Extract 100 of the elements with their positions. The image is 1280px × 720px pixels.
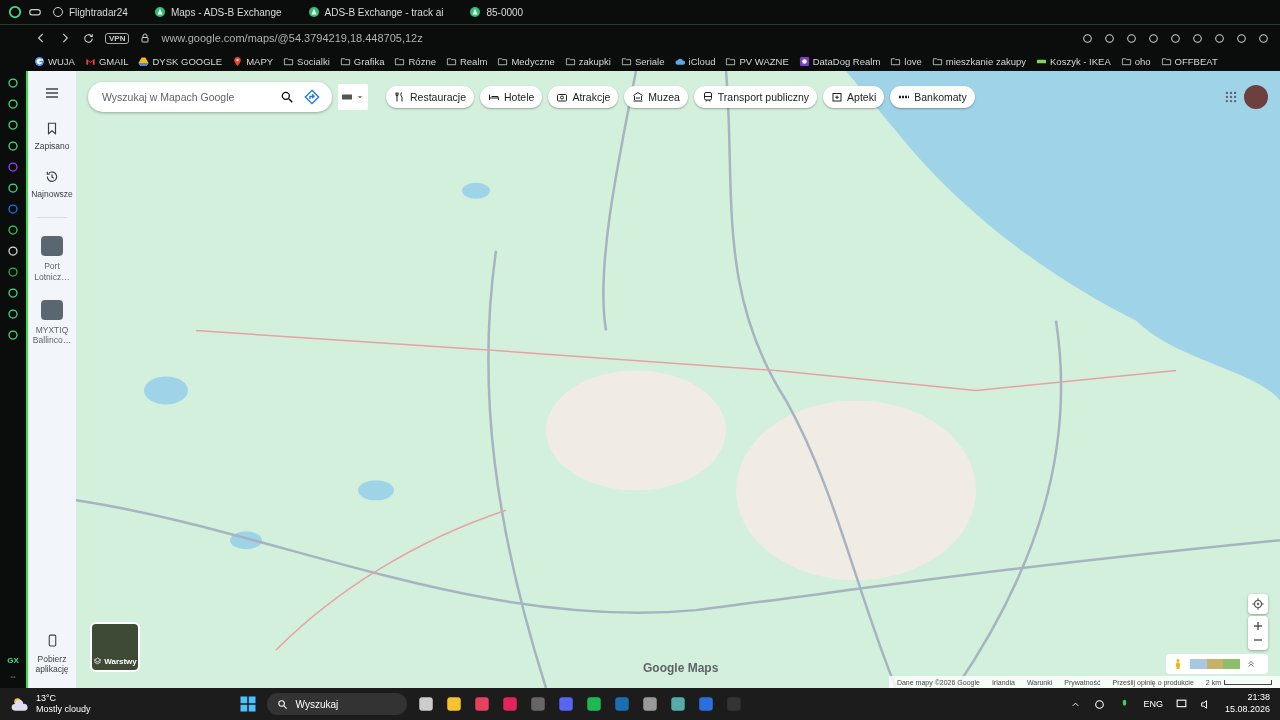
folder-icon xyxy=(445,55,457,67)
twitch-icon[interactable] xyxy=(7,161,19,173)
folder-icon xyxy=(890,55,902,67)
bookmark[interactable]: MAPY xyxy=(232,55,274,67)
folder-icon xyxy=(339,55,351,67)
language-indicator[interactable]: ENG xyxy=(1143,699,1163,709)
file-icon[interactable] xyxy=(416,695,435,713)
plane-icon xyxy=(153,6,166,18)
bookmark[interactable]: iCloud xyxy=(674,55,716,67)
bookmark[interactable]: Realm xyxy=(445,55,488,67)
lock-icon xyxy=(139,32,152,44)
category-chip[interactable]: Muzea xyxy=(624,86,688,108)
bookmark[interactable]: zakupki xyxy=(564,55,611,67)
folder-icon xyxy=(283,55,295,67)
folder-icon xyxy=(620,55,632,67)
layers-button[interactable]: Warstwy xyxy=(90,622,140,672)
opera-gx-icon[interactable] xyxy=(500,695,519,713)
search-icon xyxy=(276,698,288,710)
browser-tab[interactable]: Flightradar24 xyxy=(48,1,132,23)
gx-label[interactable]: GX xyxy=(7,656,19,665)
category-chip[interactable]: Restauracje xyxy=(386,86,475,108)
folder-icon xyxy=(1120,55,1132,67)
camera-icon xyxy=(556,91,569,103)
bookmark[interactable]: oho xyxy=(1120,55,1151,67)
bookmark[interactable]: love xyxy=(890,55,922,67)
folder-icon xyxy=(931,55,943,67)
search-field[interactable]: Wyszukaj w Mapach Google xyxy=(100,90,270,104)
google-maps-logo: Google Maps xyxy=(643,661,719,675)
rail-item[interactable]: Zapisano xyxy=(29,121,75,152)
cutlery-icon xyxy=(394,91,406,103)
pharmacy-icon xyxy=(831,91,844,103)
windows-start-icon[interactable] xyxy=(238,695,257,713)
discord-icon[interactable] xyxy=(556,695,575,713)
search-icon[interactable] xyxy=(280,90,294,104)
browser-tab[interactable]: 85-0000 xyxy=(465,1,528,23)
spotify-icon[interactable] xyxy=(7,266,19,278)
layers-icon xyxy=(93,657,103,666)
bookmark[interactable]: mieszkanie zakupy xyxy=(931,55,1026,67)
bookmark[interactable]: WUJA xyxy=(34,55,75,67)
dog-logo-icon xyxy=(798,55,810,67)
photo-placeholder xyxy=(41,299,63,320)
bookmark[interactable]: Grafika xyxy=(339,55,385,67)
photo-placeholder xyxy=(41,236,63,257)
recent-place[interactable]: Port Lotnicz… xyxy=(29,236,75,282)
category-chip[interactable]: Hotele xyxy=(480,86,543,108)
train-icon xyxy=(701,91,714,103)
bookmark[interactable]: Medyczne xyxy=(497,55,555,67)
folder-icon xyxy=(497,55,509,67)
imagery-thumbnails[interactable] xyxy=(1190,659,1240,669)
keyboard-selector[interactable] xyxy=(338,84,368,110)
bookmark[interactable]: Socialki xyxy=(283,55,330,67)
category-chip[interactable]: Transport publiczny xyxy=(693,86,818,108)
bookmark[interactable]: Seriale xyxy=(620,55,665,67)
app-icon[interactable] xyxy=(472,695,491,713)
browser-tab[interactable]: Maps - ADS-B Exchange xyxy=(149,1,286,23)
google-icon xyxy=(34,55,45,67)
bookmark[interactable]: DataDog Realm xyxy=(798,55,881,67)
roblox-icon[interactable] xyxy=(696,695,715,713)
plane-icon xyxy=(307,6,320,18)
browser-tab[interactable]: ADS-B Exchange - track ai xyxy=(303,1,448,23)
vpn-badge[interactable]: VPN xyxy=(105,32,130,44)
folder-icon[interactable] xyxy=(444,695,463,713)
folder-icon xyxy=(1160,55,1172,67)
taskbar-search[interactable]: Wyszukaj xyxy=(266,693,407,715)
get-app-button[interactable]: Pobierz aplikację xyxy=(29,631,75,674)
category-chip[interactable]: Atrakcje xyxy=(548,86,619,108)
bookmark[interactable]: GMAIL xyxy=(84,55,129,67)
recent-place[interactable]: MYXTIQ Ballinco… xyxy=(29,299,75,346)
menu-icon[interactable] xyxy=(44,85,60,101)
rail-item[interactable]: Najnowsze xyxy=(29,169,75,200)
reload-icon[interactable] xyxy=(82,31,95,45)
temperature[interactable]: 13°C xyxy=(36,693,91,704)
url-field[interactable]: www.google.com/maps/@54.3794219,18.448705,12z xyxy=(161,32,1071,44)
apps-grid-icon[interactable] xyxy=(1224,90,1238,104)
museum-icon xyxy=(632,91,645,103)
search-box[interactable]: Wyszukaj w Mapach Google xyxy=(88,82,332,112)
directions-icon[interactable] xyxy=(304,89,320,105)
expand-icon[interactable] xyxy=(1246,659,1256,669)
weather-text[interactable]: Mostly cloudy xyxy=(36,704,91,715)
drive-icon xyxy=(138,55,150,67)
bookmark[interactable]: OFFBEAT xyxy=(1160,55,1218,67)
messenger-icon[interactable] xyxy=(7,203,19,215)
opera-logo-icon[interactable] xyxy=(8,5,22,19)
folder-icon xyxy=(394,55,406,67)
history-icon xyxy=(45,169,59,185)
category-chip[interactable]: Apteki xyxy=(823,86,885,108)
steam-icon[interactable] xyxy=(612,695,631,713)
whatsapp-icon[interactable] xyxy=(7,224,19,236)
folder-icon xyxy=(725,55,737,67)
zoom-in-icon[interactable] xyxy=(1251,619,1265,633)
category-chip[interactable]: Bankomaty xyxy=(890,86,975,108)
spotify-icon[interactable] xyxy=(584,695,603,713)
bookmark[interactable]: DYSK GOOGLE xyxy=(138,55,223,67)
bookmark[interactable]: Koszyk - IKEA xyxy=(1036,55,1111,67)
bookmark[interactable]: Rózne xyxy=(394,55,436,67)
my-location-icon[interactable] xyxy=(1251,597,1265,611)
bookmark-icon xyxy=(45,121,59,136)
folder-icon xyxy=(564,55,576,67)
bookmark[interactable]: PV WAZNE xyxy=(725,55,789,67)
clock[interactable]: 21:38 15.08.2026 xyxy=(1224,692,1270,716)
